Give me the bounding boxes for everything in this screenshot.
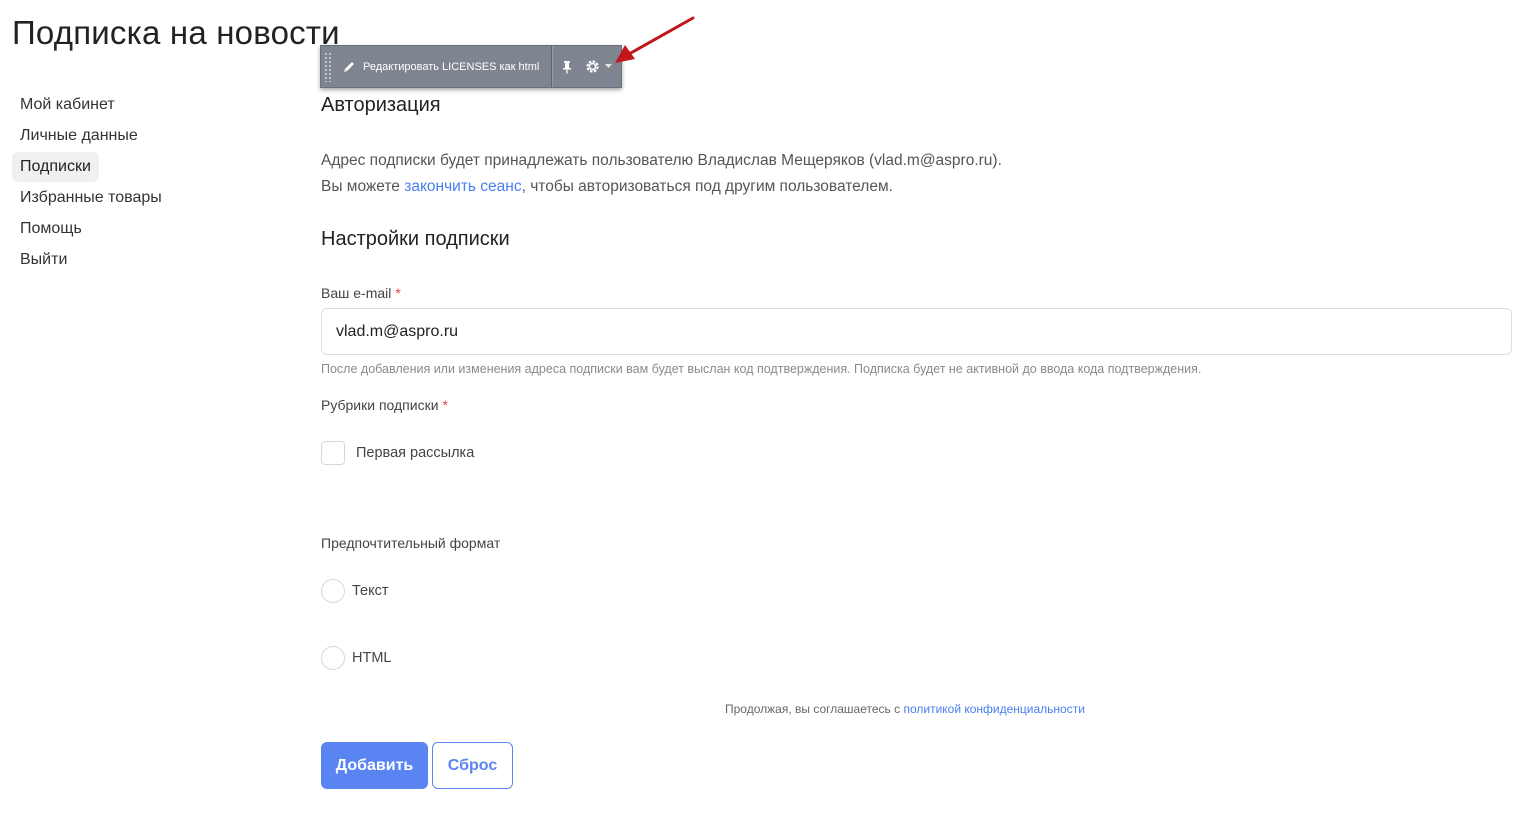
required-mark: *	[395, 285, 401, 301]
sidebar-item-favorites[interactable]: Избранные товары	[12, 183, 170, 213]
sidebar-item-my-cabinet[interactable]: Мой кабинет	[12, 90, 123, 120]
rubrics-label: Рубрики подписки *	[321, 397, 448, 413]
format-option-html[interactable]: HTML	[321, 646, 391, 670]
edit-as-html-button[interactable]: Редактировать LICENSES как html	[332, 46, 553, 87]
auth-user-line: Адрес подписки будет принадлежать пользо…	[321, 152, 1002, 169]
privacy-notice: Продолжая, вы соглашаетесь с политикой к…	[725, 702, 1085, 716]
rubrics-label-text: Рубрики подписки	[321, 397, 439, 413]
format-option-text[interactable]: Текст	[321, 579, 389, 603]
privacy-prefix: Продолжая, вы соглашаетесь с	[725, 702, 904, 716]
settings-section-title: Настройки подписки	[321, 228, 510, 250]
edit-as-html-label: Редактировать LICENSES как html	[363, 60, 540, 73]
admin-edit-toolbar: Редактировать LICENSES как html	[320, 45, 622, 88]
required-mark: *	[442, 397, 448, 413]
add-button[interactable]: Добавить	[321, 742, 428, 789]
email-label: Ваш e-mail *	[321, 285, 401, 301]
auth-logout-line: Вы можете закончить сеанс, чтобы авториз…	[321, 174, 1002, 200]
drag-handle[interactable]	[324, 51, 332, 82]
sidebar-item-help[interactable]: Помощь	[12, 214, 90, 244]
auth-section-title: Авторизация	[321, 94, 441, 116]
email-label-text: Ваш e-mail	[321, 285, 392, 301]
reset-button[interactable]: Сброс	[432, 742, 513, 789]
format-html-label: HTML	[352, 650, 392, 666]
pin-button[interactable]	[552, 46, 580, 87]
format-html-radio[interactable]	[321, 646, 345, 670]
privacy-policy-link[interactable]: политикой конфиденциальности	[903, 702, 1084, 716]
annotation-arrow-icon	[615, 16, 695, 63]
pin-icon	[562, 60, 571, 73]
pencil-icon	[344, 61, 354, 72]
rubric-option[interactable]: Первая рассылка	[321, 441, 474, 465]
email-field[interactable]	[321, 308, 1512, 355]
auth-logout-suffix: , чтобы авторизоваться под другим пользо…	[521, 178, 893, 195]
email-hint: После добавления или изменения адреса по…	[321, 362, 1202, 376]
auth-description: Адрес подписки будет принадлежать пользо…	[321, 148, 1002, 200]
format-label: Предпочтительный формат	[321, 535, 501, 551]
rubric-checkbox[interactable]	[321, 441, 345, 465]
page-title: Подписка на новости	[12, 14, 340, 51]
rubric-label: Первая рассылка	[356, 445, 475, 461]
format-text-radio[interactable]	[321, 579, 345, 603]
auth-logout-prefix: Вы можете	[321, 178, 405, 195]
sidebar-item-logout[interactable]: Выйти	[12, 245, 75, 275]
format-text-label: Текст	[352, 583, 389, 599]
sidebar-item-subscriptions[interactable]: Подписки	[12, 152, 99, 182]
sidebar-item-personal-data[interactable]: Личные данные	[12, 121, 146, 151]
end-session-link[interactable]: закончить сеанс	[404, 178, 521, 195]
sidebar-nav: Мой кабинет Личные данные Подписки Избра…	[12, 90, 232, 276]
